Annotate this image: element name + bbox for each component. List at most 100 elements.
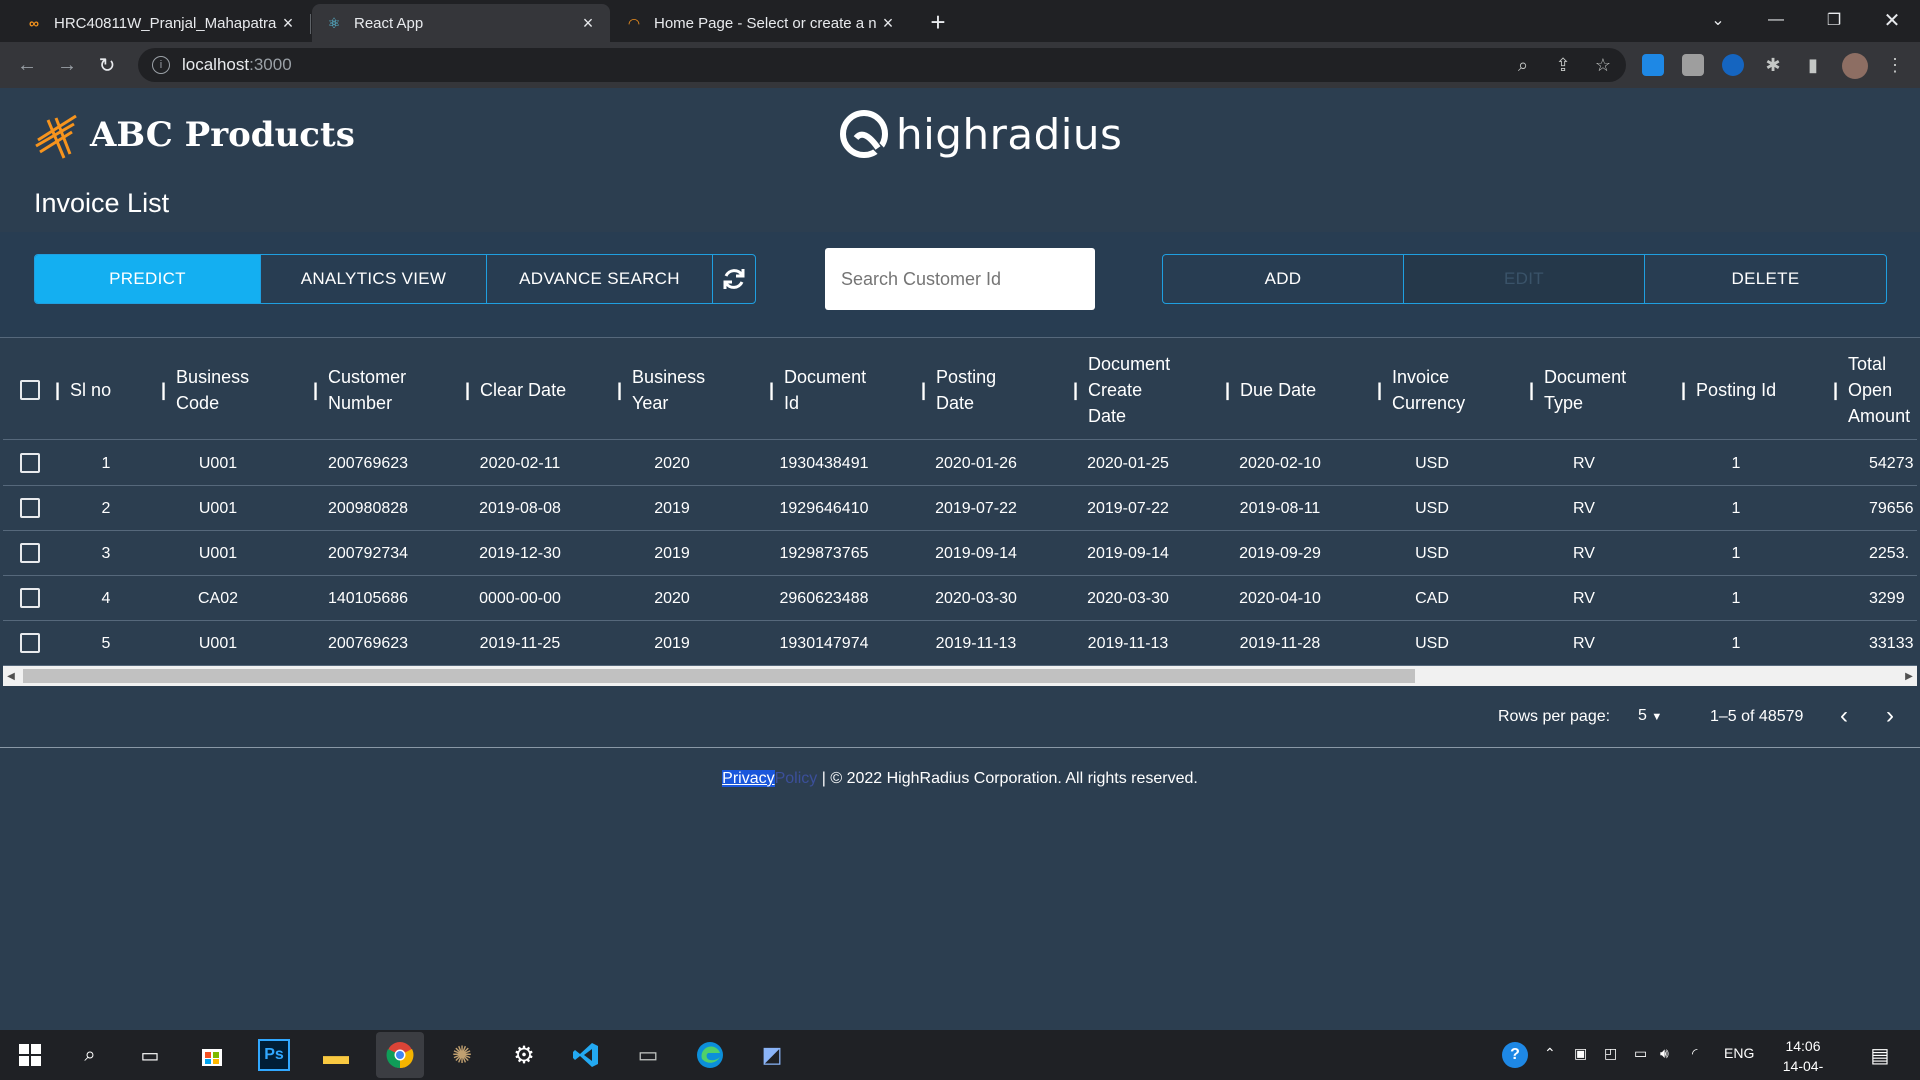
row-checkbox[interactable] — [20, 453, 40, 473]
photoshop-icon[interactable]: Ps — [258, 1039, 290, 1071]
puzzle-extensions-icon[interactable]: ✱ — [1758, 50, 1788, 80]
store-icon[interactable] — [196, 1039, 228, 1071]
notification-icon[interactable]: ▤ — [1864, 1039, 1896, 1071]
column-header[interactable]: | Document Create Date — [1073, 340, 1170, 440]
browser-tab-hrc[interactable]: ∞ HRC40811W_Pranjal_Mahapatra × — [12, 4, 310, 42]
column-separator: | — [1377, 380, 1383, 400]
scroll-left-icon[interactable]: ◀ — [3, 666, 19, 686]
scroll-right-icon[interactable]: ▶ — [1901, 666, 1917, 686]
site-info-icon[interactable]: i — [152, 56, 170, 74]
new-tab-button[interactable]: + — [922, 6, 954, 38]
app-gear-icon[interactable]: ✺ — [446, 1039, 478, 1071]
row-checkbox[interactable] — [20, 543, 40, 563]
vscode-icon[interactable] — [570, 1039, 602, 1071]
row-checkbox[interactable] — [20, 588, 40, 608]
reload-icon[interactable]: ↻ — [92, 50, 122, 80]
close-tab-icon[interactable]: × — [278, 13, 298, 34]
meet-icon[interactable]: ▣ — [1574, 1045, 1587, 1062]
table-cell: USD — [1415, 634, 1449, 652]
network-icon[interactable]: ◰ — [1604, 1045, 1617, 1062]
table-row[interactable]: 4 CA02 140105686 0000-00-00 2020 2960623488 20… — [3, 576, 1917, 621]
tray-chevron-up-icon[interactable]: ⌃ — [1544, 1045, 1556, 1062]
next-page-icon[interactable]: › — [1886, 702, 1894, 730]
forward-icon[interactable]: → — [52, 50, 82, 80]
extension-icon[interactable] — [1682, 54, 1704, 76]
tab-search-icon[interactable]: ⌄ — [1690, 0, 1746, 40]
table-row[interactable]: 3 U001 200792734 2019-12-30 2019 1929873765 20… — [3, 531, 1917, 576]
column-header[interactable]: | Posting Date — [921, 340, 996, 440]
edge-icon[interactable] — [694, 1039, 726, 1071]
column-header[interactable]: | Business Year — [617, 340, 705, 440]
column-header[interactable]: | Sl no — [55, 340, 111, 440]
previous-page-icon[interactable]: ‹ — [1840, 702, 1848, 730]
add-button[interactable]: ADD — [1163, 255, 1404, 303]
back-icon[interactable]: ← — [12, 50, 42, 80]
table-cell: U001 — [198, 634, 238, 652]
file-explorer-icon[interactable]: ▬ — [320, 1039, 352, 1071]
task-view-icon[interactable]: ▭ — [134, 1039, 166, 1071]
privacy-link[interactable]: Privacy — [722, 770, 775, 787]
column-header[interactable]: | Total Open Amount — [1833, 340, 1910, 440]
column-header[interactable]: | Invoice Currency — [1377, 340, 1465, 440]
side-panel-icon[interactable]: ▮ — [1798, 50, 1828, 80]
url-host: localhost — [182, 55, 250, 74]
analytics-view-button[interactable]: ANALYTICS VIEW — [261, 255, 487, 303]
horizontal-scrollbar[interactable]: ◀ ▶ — [3, 666, 1917, 686]
zoom-icon[interactable]: ⌕ — [1508, 50, 1538, 80]
extension-icon[interactable] — [1642, 54, 1664, 76]
windows-taskbar: ⌕ ▭ Ps ▬ ✺ ⚙ ▭ ◩ ? ⌃ ▣ ◰ ▭ 🔊︎ ◜ ENG 14:0… — [0, 1030, 1920, 1080]
kebab-menu-icon[interactable]: ⋮ — [1880, 50, 1910, 80]
delete-button[interactable]: DELETE — [1645, 255, 1886, 303]
rows-per-page-select[interactable]: 5 ▼ — [1638, 707, 1662, 725]
scrollbar-thumb[interactable] — [23, 669, 1415, 683]
pagination: Rows per page: 5 ▼ 1–5 of 48579 ‹ › — [0, 688, 1920, 748]
browser-tab-react[interactable]: ⚛ React App × — [312, 4, 610, 42]
predict-button[interactable]: PREDICT — [35, 255, 261, 303]
taskbar-clock[interactable]: 14:06 14-04-2022 — [1768, 1036, 1838, 1080]
bookmark-star-icon[interactable]: ☆ — [1588, 50, 1618, 80]
copyright-text: | © 2022 HighRadius Corporation. All rig… — [817, 770, 1198, 787]
volume-icon[interactable]: 🔊︎ — [1660, 1045, 1669, 1062]
select-all-checkbox[interactable] — [20, 380, 40, 400]
close-tab-icon[interactable]: × — [878, 13, 898, 34]
settings-icon[interactable]: ⚙ — [508, 1039, 540, 1071]
column-header[interactable]: | Clear Date — [465, 340, 566, 440]
search-customer-input[interactable] — [825, 248, 1095, 310]
column-header-label: Sl no — [70, 377, 111, 403]
terminal-icon[interactable]: ▭ — [632, 1039, 664, 1071]
policy-link[interactable]: Policy — [775, 770, 818, 787]
windows-start-icon[interactable] — [14, 1039, 46, 1071]
wifi-icon[interactable]: ◜ — [1692, 1045, 1697, 1062]
row-checkbox[interactable] — [20, 498, 40, 518]
battery-icon[interactable]: ▭ — [1634, 1045, 1647, 1062]
notepad-icon[interactable]: ◩ — [756, 1039, 788, 1071]
restore-button[interactable]: ❐ — [1806, 0, 1862, 40]
help-icon[interactable]: ? — [1502, 1042, 1528, 1068]
avatar[interactable] — [1842, 53, 1868, 79]
close-tab-icon[interactable]: × — [578, 13, 598, 34]
close-window-button[interactable]: ✕ — [1864, 0, 1920, 40]
share-icon[interactable]: ⇪ — [1548, 50, 1578, 80]
language-indicator[interactable]: ENG — [1724, 1045, 1754, 1061]
column-header[interactable]: | Document Type — [1529, 340, 1626, 440]
extension-icon[interactable] — [1722, 54, 1744, 76]
table-row[interactable]: 1 U001 200769623 2020-02-11 2020 1930438491 20… — [3, 441, 1917, 486]
edit-button[interactable]: EDIT — [1404, 255, 1645, 303]
column-header[interactable]: | Due Date — [1225, 340, 1316, 440]
minimize-button[interactable]: — — [1748, 0, 1804, 40]
column-header[interactable]: | Posting Id — [1681, 340, 1776, 440]
table-cell: USD — [1415, 499, 1449, 517]
row-checkbox[interactable] — [20, 633, 40, 653]
chrome-icon[interactable] — [384, 1039, 416, 1071]
table-row[interactable]: 2 U001 200980828 2019-08-08 2019 1929646410 20… — [3, 486, 1917, 531]
column-header[interactable]: | Business Code — [161, 340, 249, 440]
search-icon[interactable]: ⌕ — [74, 1039, 106, 1071]
column-header[interactable]: | Customer Number — [313, 340, 406, 440]
advance-search-button[interactable]: ADVANCE SEARCH — [487, 255, 713, 303]
browser-tab-home[interactable]: ◠ Home Page - Select or create a n × — [612, 4, 910, 42]
table-cell: 3299 — [1869, 589, 1905, 607]
table-row[interactable]: 5 U001 200769623 2019-11-25 2019 1930147974 20… — [3, 621, 1917, 666]
column-header[interactable]: | Document Id — [769, 340, 866, 440]
refresh-button[interactable] — [713, 255, 755, 303]
address-bar[interactable]: i localhost:3000 — [138, 48, 1626, 82]
